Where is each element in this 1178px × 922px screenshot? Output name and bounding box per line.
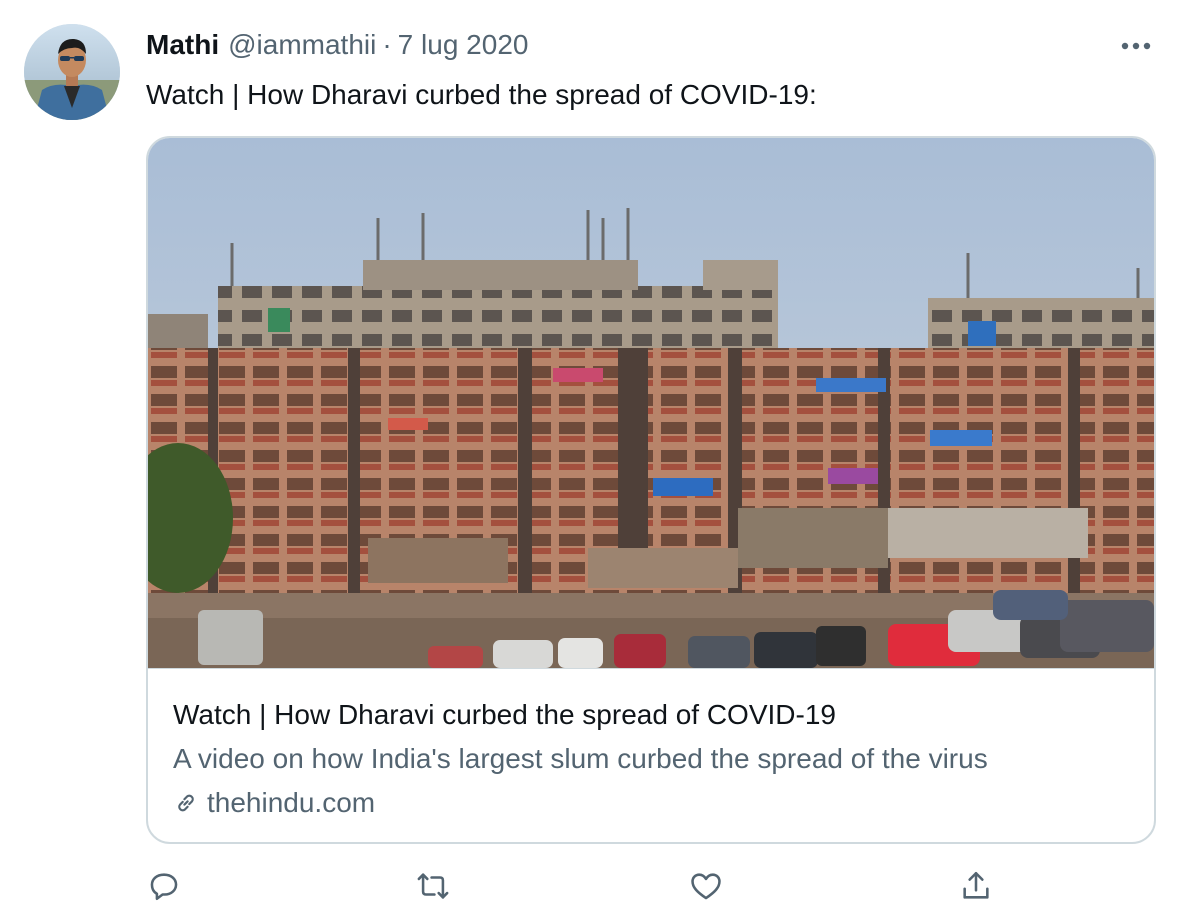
card-image[interactable] <box>148 138 1154 668</box>
tweet-date[interactable]: 7 lug 2020 <box>398 26 529 64</box>
share-button[interactable] <box>954 866 998 910</box>
share-icon <box>959 869 993 908</box>
card-domain: thehindu.com <box>173 784 375 822</box>
tweet-actions <box>0 866 1178 910</box>
card-description: A video on how India's largest slum curb… <box>173 743 988 774</box>
tweet-text: Watch | How Dharavi curbed the spread of… <box>146 79 817 110</box>
retweet-icon <box>416 869 450 908</box>
reply-icon <box>147 869 181 908</box>
card-title: Watch | How Dharavi curbed the spread of… <box>173 699 836 730</box>
card-domain-text: thehindu.com <box>207 787 376 818</box>
like-button[interactable] <box>684 866 728 910</box>
header-separator: · <box>382 29 392 60</box>
reply-button[interactable] <box>142 866 186 910</box>
retweet-button[interactable] <box>411 866 455 910</box>
link-preview-card[interactable]: Watch | How Dharavi curbed the spread of… <box>146 136 1156 844</box>
heart-icon <box>689 869 723 908</box>
more-options-button[interactable] <box>1116 30 1156 62</box>
tweet-header: Mathi @iammathii · 7 lug 2020 <box>146 26 528 64</box>
link-icon <box>173 790 199 816</box>
author-name[interactable]: Mathi <box>146 26 219 64</box>
more-horizontal-icon <box>1121 37 1151 55</box>
tweet: Mathi @iammathii · 7 lug 2020 Watch | Ho… <box>0 0 1178 922</box>
card-divider <box>148 668 1154 669</box>
avatar[interactable] <box>24 24 120 120</box>
author-handle[interactable]: @iammathii <box>228 26 376 64</box>
